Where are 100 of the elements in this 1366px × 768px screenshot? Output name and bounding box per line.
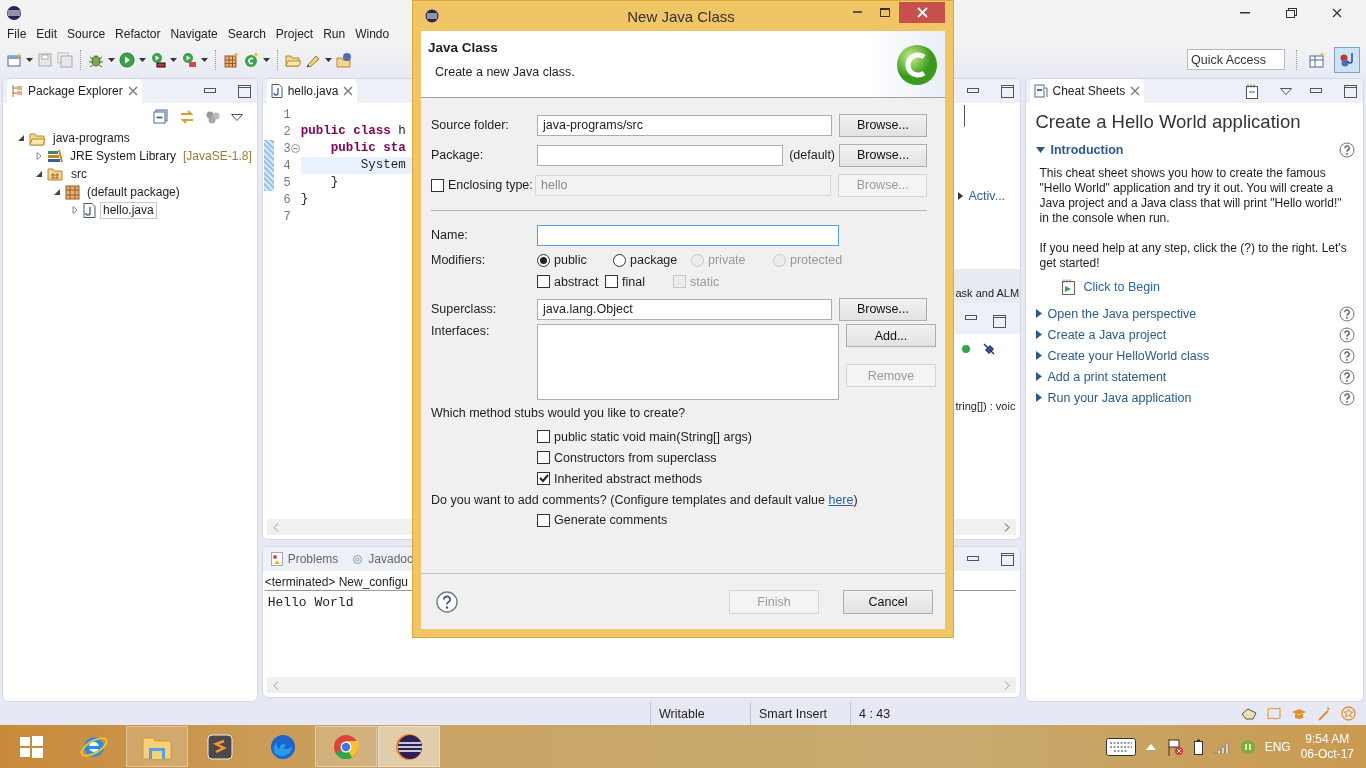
- collapsed-arrow-icon[interactable]: [957, 192, 963, 200]
- help-icon[interactable]: [1339, 389, 1355, 406]
- checkbox-label[interactable]: Inherited abstract methods: [554, 471, 702, 486]
- package-explorer-tab[interactable]: Package Explorer: [7, 79, 142, 103]
- checkbox-label[interactable]: Constructors from superclass: [554, 450, 717, 465]
- menu-item[interactable]: File: [2, 27, 32, 41]
- section-title[interactable]: Run your Java application: [1047, 390, 1333, 405]
- menu-item[interactable]: Refactor: [110, 27, 166, 41]
- view-menu-icon[interactable]: [1280, 87, 1292, 95]
- minimize-icon[interactable]: [1240, 11, 1250, 14]
- menu-item[interactable]: Source: [62, 27, 111, 41]
- section-title[interactable]: Add a print statement: [1047, 369, 1333, 384]
- section-title[interactable]: Open the Java perspective: [1047, 306, 1333, 321]
- tree-item[interactable]: hello.java: [100, 201, 157, 219]
- collapsed-arrow-icon[interactable]: [1035, 372, 1042, 381]
- run-tools-icon[interactable]: [181, 51, 197, 68]
- help-icon[interactable]: [1339, 141, 1355, 158]
- problems-tab[interactable]: Problems: [266, 547, 343, 571]
- tree-item[interactable]: src: [68, 165, 90, 183]
- view-menu-icon[interactable]: [230, 113, 243, 121]
- run-coverage-icon[interactable]: [150, 51, 166, 68]
- scroll-right-icon[interactable]: [1003, 522, 1010, 532]
- filter-icon[interactable]: [204, 110, 221, 124]
- maximize-icon[interactable]: [1000, 552, 1014, 566]
- checkbox[interactable]: [605, 275, 618, 288]
- source-folder-field[interactable]: java-programs/src: [537, 114, 832, 136]
- collapsed-arrow-icon[interactable]: [1035, 309, 1042, 318]
- new-file-icon[interactable]: [6, 51, 22, 68]
- browse-button[interactable]: Browse...: [838, 113, 927, 137]
- close-button[interactable]: [899, 1, 945, 23]
- checkbox-label[interactable]: Generate comments: [554, 513, 668, 527]
- java-perspective-icon[interactable]: [1339, 51, 1355, 68]
- javadoc-tab[interactable]: Javadoc: [348, 547, 417, 571]
- collapsed-arrow-icon[interactable]: [1035, 330, 1042, 339]
- checkbox-label[interactable]: abstract: [554, 274, 599, 289]
- maximize-icon[interactable]: [880, 7, 890, 17]
- package-field[interactable]: [537, 144, 784, 166]
- section-title[interactable]: Create a Java project: [1047, 327, 1333, 342]
- close-icon[interactable]: [1332, 7, 1342, 18]
- browse-button[interactable]: Browse...: [838, 297, 927, 321]
- checkbox[interactable]: [537, 472, 550, 485]
- maximize-icon[interactable]: [1000, 84, 1014, 98]
- pin-icon[interactable]: [981, 342, 996, 356]
- help-icon[interactable]: [436, 590, 458, 613]
- menu-item[interactable]: Run: [318, 27, 351, 41]
- browse-button[interactable]: Browse...: [839, 143, 927, 167]
- tree-item[interactable]: java-programs: [50, 129, 133, 147]
- radio-button[interactable]: [537, 253, 550, 267]
- checkbox[interactable]: [537, 430, 550, 443]
- help-icon[interactable]: [1339, 326, 1355, 343]
- menu-item[interactable]: Navigate: [165, 27, 223, 41]
- menu-item[interactable]: Windo: [350, 27, 395, 41]
- restore-icon[interactable]: [1285, 7, 1297, 18]
- maximize-icon[interactable]: [992, 315, 1006, 328]
- battery-icon[interactable]: [1193, 738, 1203, 755]
- run-icon[interactable]: [119, 51, 135, 68]
- editor-tab[interactable]: hello.java: [266, 79, 358, 103]
- new-class-icon[interactable]: [243, 51, 259, 68]
- notes-icon[interactable]: [1246, 83, 1258, 99]
- minimize-icon[interactable]: [964, 315, 977, 321]
- superclass-field[interactable]: java.lang.Object: [537, 298, 832, 320]
- checkbox-label[interactable]: final: [622, 274, 645, 289]
- help-icon[interactable]: [1339, 305, 1355, 322]
- name-field[interactable]: [537, 224, 839, 246]
- expanded-arrow-icon[interactable]: [17, 134, 25, 142]
- tree-item[interactable]: (default package): [84, 183, 183, 201]
- maximize-icon[interactable]: [237, 84, 251, 98]
- minimize-icon[interactable]: [203, 88, 216, 94]
- open-perspective-icon[interactable]: [1309, 51, 1325, 68]
- menu-item[interactable]: Project: [270, 27, 319, 41]
- radio-button[interactable]: [613, 253, 626, 267]
- checkbox-label[interactable]: public static void main(String[] args): [554, 429, 752, 444]
- folder-sphere-icon[interactable]: [336, 51, 352, 68]
- help-icon[interactable]: [1339, 347, 1355, 364]
- expanded-arrow-icon[interactable]: [35, 170, 43, 178]
- cheat-sheets-tab[interactable]: Cheat Sheets: [1029, 79, 1145, 103]
- checkbox[interactable]: [537, 275, 550, 288]
- radio-label[interactable]: package: [630, 253, 678, 267]
- collapse-all-icon[interactable]: [152, 109, 169, 125]
- keyboard-icon[interactable]: [1105, 737, 1136, 756]
- checkbox[interactable]: [537, 513, 550, 527]
- activity-link[interactable]: Activ...: [968, 189, 1006, 203]
- java-perspective-button[interactable]: [1334, 46, 1360, 73]
- flag-icon[interactable]: [1165, 737, 1184, 756]
- collapsed-arrow-icon[interactable]: [1035, 393, 1042, 402]
- minimize-icon[interactable]: [966, 88, 979, 94]
- minimize-icon[interactable]: [966, 556, 979, 562]
- click-to-begin-link[interactable]: Click to Begin: [1083, 280, 1160, 294]
- here-link[interactable]: here: [828, 492, 854, 507]
- expanded-arrow-icon[interactable]: [53, 188, 61, 196]
- section-title[interactable]: Create your HelloWorld class: [1047, 348, 1333, 363]
- menu-item[interactable]: Search: [222, 27, 271, 41]
- windows-logo-icon[interactable]: [19, 734, 43, 759]
- maximize-icon[interactable]: [1344, 84, 1357, 98]
- new-package-icon[interactable]: [223, 51, 239, 68]
- help-icon[interactable]: [1339, 368, 1355, 385]
- radio-label[interactable]: public: [554, 253, 587, 267]
- collapsed-arrow-icon[interactable]: [1035, 351, 1042, 360]
- checkbox[interactable]: [537, 451, 550, 464]
- expanded-arrow-icon[interactable]: [1035, 146, 1045, 153]
